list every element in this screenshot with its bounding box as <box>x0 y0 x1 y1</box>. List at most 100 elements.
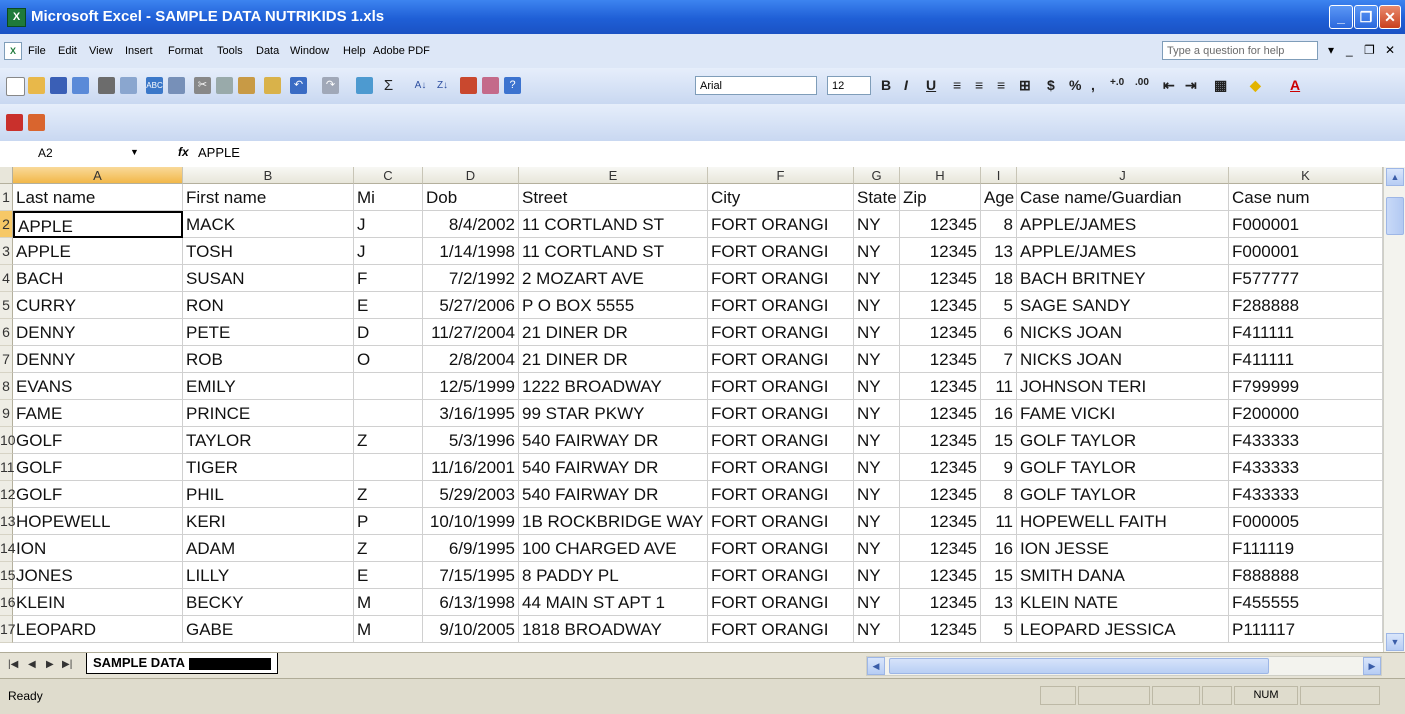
table-cell[interactable]: F888888 <box>1229 562 1383 589</box>
table-cell[interactable]: NICKS JOAN <box>1017 319 1229 346</box>
table-cell[interactable]: F577777 <box>1229 265 1383 292</box>
column-header-d[interactable]: D <box>423 167 519 184</box>
menu-tools[interactable]: Tools <box>217 45 243 57</box>
table-cell[interactable] <box>354 400 423 427</box>
first-sheet-icon[interactable]: |◀ <box>8 659 18 670</box>
prev-sheet-icon[interactable]: ◀ <box>28 659 36 670</box>
menu-adobe-pdf[interactable]: Adobe PDF <box>373 45 430 57</box>
chart-wizard-icon[interactable] <box>460 77 477 94</box>
help-icon[interactable]: ? <box>504 77 521 94</box>
table-cell[interactable]: 1818 BROADWAY <box>519 616 708 643</box>
table-cell[interactable]: 11 CORTLAND ST <box>519 238 708 265</box>
horizontal-scroll-thumb[interactable] <box>889 658 1269 674</box>
table-cell[interactable] <box>354 373 423 400</box>
table-cell[interactable]: APPLE <box>13 238 183 265</box>
table-cell[interactable]: DENNY <box>13 319 183 346</box>
table-cell[interactable]: 12345 <box>900 211 981 238</box>
table-cell[interactable]: 1222 BROADWAY <box>519 373 708 400</box>
table-cell[interactable]: F <box>354 265 423 292</box>
row-header[interactable]: 7 <box>0 346 13 373</box>
table-cell[interactable]: TIGER <box>183 454 354 481</box>
table-cell[interactable]: ADAM <box>183 535 354 562</box>
restore-button[interactable]: ❐ <box>1354 5 1378 29</box>
table-cell[interactable]: NY <box>854 211 900 238</box>
align-right-icon[interactable]: ≡ <box>997 77 1005 93</box>
table-cell[interactable] <box>354 454 423 481</box>
table-cell[interactable]: NY <box>854 319 900 346</box>
underline-button[interactable]: U <box>926 77 936 93</box>
header-cell[interactable]: Last name <box>13 184 183 211</box>
table-cell[interactable]: 7/15/1995 <box>423 562 519 589</box>
row-header[interactable]: 1 <box>0 184 13 211</box>
table-cell[interactable]: 5 <box>981 292 1017 319</box>
table-cell[interactable]: F000005 <box>1229 508 1383 535</box>
table-cell[interactable]: 540 FAIRWAY DR <box>519 481 708 508</box>
table-cell[interactable]: 11 <box>981 373 1017 400</box>
name-box-dropdown-icon[interactable]: ▼ <box>130 147 139 157</box>
print-preview-icon[interactable] <box>120 77 137 94</box>
table-cell[interactable]: BACH BRITNEY <box>1017 265 1229 292</box>
row-header[interactable]: 13 <box>0 508 16 535</box>
borders-icon[interactable]: ▦ <box>1214 77 1227 94</box>
column-header-j[interactable]: J <box>1017 167 1229 184</box>
table-cell[interactable]: F433333 <box>1229 427 1383 454</box>
table-cell[interactable]: KLEIN <box>13 589 183 616</box>
table-cell[interactable]: JOHNSON TERI <box>1017 373 1229 400</box>
table-cell[interactable]: 18 <box>981 265 1017 292</box>
table-cell[interactable]: GOLF TAYLOR <box>1017 427 1229 454</box>
decrease-decimal-icon[interactable]: .00 <box>1135 77 1149 88</box>
excel-icon[interactable]: X <box>7 8 26 27</box>
table-cell[interactable]: F455555 <box>1229 589 1383 616</box>
new-icon[interactable] <box>6 77 25 96</box>
table-cell[interactable]: F433333 <box>1229 454 1383 481</box>
row-header[interactable]: 15 <box>0 562 16 589</box>
table-cell[interactable]: FAME VICKI <box>1017 400 1229 427</box>
table-cell[interactable]: 13 <box>981 238 1017 265</box>
sheet-tab-sample-data[interactable]: SAMPLE DATA <box>86 653 278 674</box>
table-cell[interactable]: 540 FAIRWAY DR <box>519 454 708 481</box>
table-cell[interactable]: NY <box>854 427 900 454</box>
scroll-left-icon[interactable]: ◀ <box>867 657 885 675</box>
table-cell[interactable]: PHIL <box>183 481 354 508</box>
table-cell[interactable]: 11/27/2004 <box>423 319 519 346</box>
table-cell[interactable]: 8 PADDY PL <box>519 562 708 589</box>
table-cell[interactable]: GOLF TAYLOR <box>1017 481 1229 508</box>
table-cell[interactable]: 5 <box>981 616 1017 643</box>
horizontal-scrollbar[interactable]: ◀ ▶ <box>866 656 1382 676</box>
table-cell[interactable]: P O BOX 5555 <box>519 292 708 319</box>
table-cell[interactable]: 21 DINER DR <box>519 346 708 373</box>
header-cell[interactable]: Zip <box>900 184 981 211</box>
table-cell[interactable]: Z <box>354 427 423 454</box>
table-cell[interactable]: FORT ORANGI <box>708 454 854 481</box>
row-header[interactable]: 10 <box>0 427 16 454</box>
menu-help[interactable]: Help <box>343 45 366 57</box>
formula-input[interactable]: APPLE <box>198 145 240 160</box>
table-cell[interactable]: 6/9/1995 <box>423 535 519 562</box>
row-header[interactable]: 12 <box>0 481 16 508</box>
next-sheet-icon[interactable]: ▶ <box>46 659 54 670</box>
table-cell[interactable]: 12345 <box>900 481 981 508</box>
table-cell[interactable]: J <box>354 238 423 265</box>
row-header[interactable]: 14 <box>0 535 16 562</box>
table-cell[interactable]: NY <box>854 373 900 400</box>
table-cell[interactable]: RON <box>183 292 354 319</box>
column-header-e[interactable]: E <box>519 167 708 184</box>
table-cell[interactable]: NY <box>854 616 900 643</box>
table-cell[interactable]: APPLE/JAMES <box>1017 211 1229 238</box>
table-cell[interactable]: FORT ORANGI <box>708 508 854 535</box>
drawing-icon[interactable] <box>482 77 499 94</box>
open-icon[interactable] <box>28 77 45 94</box>
paste-icon[interactable] <box>238 77 255 94</box>
table-cell[interactable]: TAYLOR <box>183 427 354 454</box>
table-cell[interactable]: 12345 <box>900 319 981 346</box>
table-cell[interactable]: 5/3/1996 <box>423 427 519 454</box>
decrease-indent-icon[interactable]: ⇤ <box>1163 77 1175 94</box>
table-cell[interactable]: M <box>354 589 423 616</box>
table-cell[interactable]: GOLF TAYLOR <box>1017 454 1229 481</box>
table-cell[interactable]: E <box>354 292 423 319</box>
header-cell[interactable]: City <box>708 184 854 211</box>
table-cell[interactable]: O <box>354 346 423 373</box>
vertical-scrollbar[interactable]: ▲ ▼ <box>1383 167 1405 652</box>
table-cell[interactable]: 10/10/1999 <box>423 508 519 535</box>
table-cell[interactable]: EMILY <box>183 373 354 400</box>
